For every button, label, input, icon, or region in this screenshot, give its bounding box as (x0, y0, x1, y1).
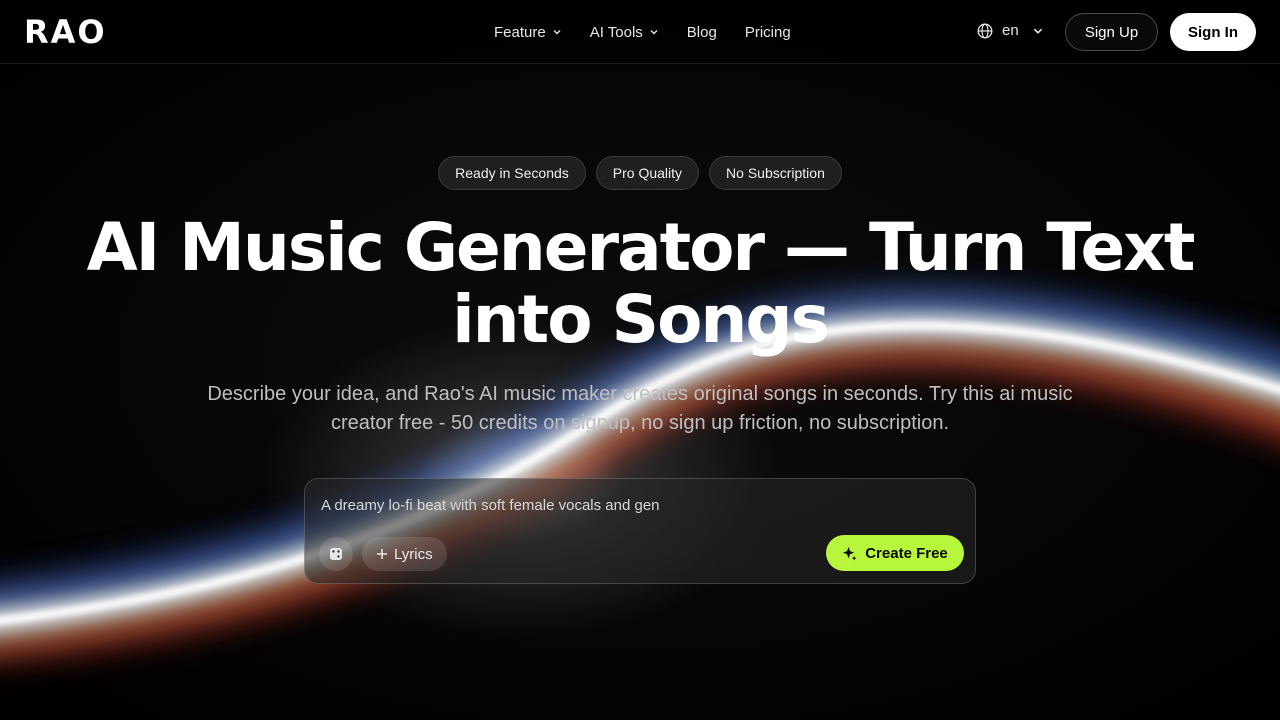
hero-subtitle: Describe your idea, and Rao's AI music m… (207, 383, 1073, 434)
plus-icon (377, 549, 387, 559)
random-prompt-button[interactable] (319, 537, 353, 571)
nav-item-ai-tools[interactable]: AI Tools (590, 22, 659, 42)
nav-item-label: AI Tools (589, 23, 643, 41)
create-label: Create Free (865, 544, 948, 562)
brand-logo[interactable]: RAO (24, 13, 107, 51)
sign-up-button[interactable]: Sign Up (1065, 13, 1158, 51)
chevron-down-icon (553, 30, 561, 35)
badge-ready-in-seconds: Ready in Seconds (438, 156, 586, 190)
create-free-button[interactable]: Create Free (826, 535, 964, 571)
lyrics-label: Lyrics (394, 545, 433, 563)
prompt-box: A dreamy lo-fi beat with soft female voc… (304, 478, 976, 584)
feature-badges: Ready in Seconds Pro Quality No Subscrip… (0, 156, 1280, 190)
badge-no-subscription: No Subscription (709, 156, 842, 190)
add-lyrics-button[interactable]: Lyrics (362, 537, 447, 571)
nav-item-pricing[interactable]: Pricing (745, 22, 791, 42)
badge-pro-quality: Pro Quality (595, 156, 700, 190)
chevron-down-icon (650, 30, 658, 35)
nav-item-feature[interactable]: Feature (494, 22, 562, 42)
language-label: en (1002, 22, 1019, 39)
top-navigation-bar: RAO Feature AI Tools Blog Pricing en Sig… (0, 0, 1280, 64)
main-nav: Feature AI Tools Blog Pricing (494, 22, 791, 42)
prompt-input[interactable] (317, 491, 957, 523)
sign-in-button[interactable]: Sign In (1170, 13, 1256, 51)
nav-item-blog[interactable]: Blog (687, 22, 717, 42)
sparkle-icon (843, 546, 857, 561)
nav-item-label: Blog (686, 23, 717, 41)
hero-title: AI Music Generator — Turn Text into Song… (86, 209, 1196, 358)
dice-icon (330, 548, 342, 560)
language-selector[interactable]: en (977, 22, 1044, 39)
page-background (0, 0, 1280, 720)
nav-item-label: Feature (494, 23, 546, 41)
nav-item-label: Pricing (744, 23, 791, 41)
globe-icon (977, 23, 993, 38)
chevron-down-icon (1033, 28, 1042, 34)
